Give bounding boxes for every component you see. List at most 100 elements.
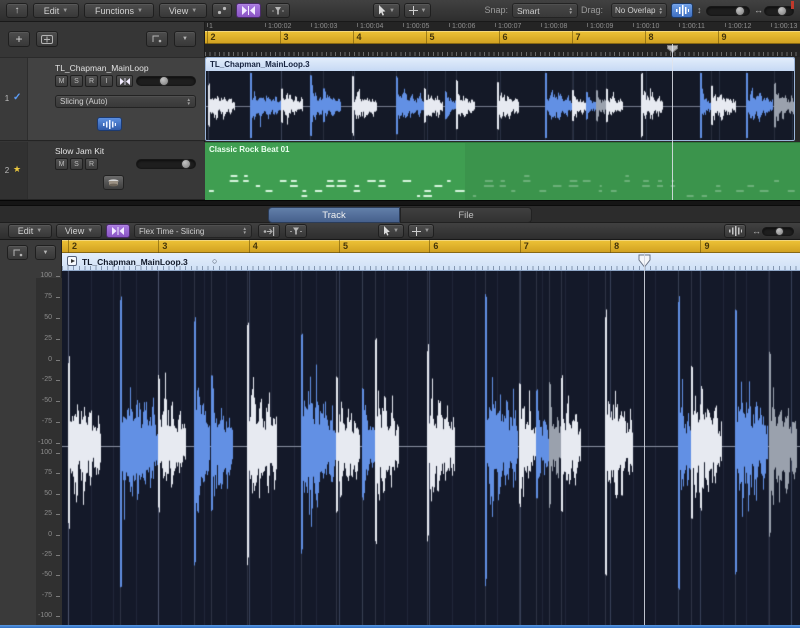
amp-tick	[56, 318, 60, 319]
time-ruler[interactable]: 11:00:021:00:031:00:041:00:051:00:061:00…	[205, 22, 800, 31]
editor-region-strip[interactable]: TL_Chapman_MainLoop.3 ○	[62, 253, 800, 271]
mute-button[interactable]: M	[55, 158, 68, 170]
slider-knob[interactable]	[159, 76, 169, 86]
input-monitor-button[interactable]: I	[100, 75, 113, 87]
editor-edit-menu[interactable]: Edit▼	[8, 224, 52, 238]
bar-number: 3	[162, 241, 167, 251]
waveform-icon	[103, 120, 116, 129]
slider-knob[interactable]	[735, 6, 745, 16]
show-flex-button[interactable]	[236, 3, 261, 18]
editor-pointer-tool-button[interactable]: ▼	[378, 224, 404, 238]
mute-button[interactable]: M	[55, 75, 68, 87]
bar-separator	[339, 240, 340, 253]
waveform-zoom-button[interactable]	[671, 3, 693, 18]
track-header-2[interactable]: 2 ★ Slow Jam Kit M S R	[0, 142, 205, 200]
crosshair-icon	[409, 6, 418, 15]
bar-ruler[interactable]: 23456789	[205, 31, 800, 44]
editor-secondary-tool-button[interactable]: ▼	[408, 224, 434, 238]
time-tick	[357, 23, 358, 27]
pointer-tool-button[interactable]: ▼	[373, 3, 400, 18]
pointer-cursor-icon	[378, 5, 386, 16]
amp-label: 100	[32, 449, 52, 456]
region-waveform-canvas[interactable]	[206, 71, 794, 140]
audio-region[interactable]: TL_Chapman_MainLoop.3	[205, 57, 795, 141]
editor-region-button[interactable]	[7, 245, 28, 260]
bar-number: 9	[704, 241, 709, 251]
filter-button[interactable]	[266, 3, 290, 18]
loop-indicator-icon[interactable]: ○	[212, 256, 217, 266]
back-button[interactable]: ↑	[6, 3, 28, 18]
slider-knob[interactable]	[181, 159, 191, 169]
tab-file[interactable]: File	[400, 207, 532, 223]
editor-hzoom-slider[interactable]	[762, 227, 794, 236]
region-header[interactable]: TL_Chapman_MainLoop.3	[206, 58, 794, 71]
playhead-line[interactable]	[672, 44, 673, 200]
drag-select[interactable]: No Overlap ▲▼	[611, 3, 667, 18]
vertical-zoom-slider[interactable]	[706, 6, 750, 16]
editor-options-button[interactable]: ▼	[35, 245, 56, 260]
editor-bar-ruler[interactable]: 23456789	[62, 240, 800, 253]
track-star-icon[interactable]: ★	[13, 164, 21, 175]
bar-number: 5	[430, 32, 435, 42]
chevron-down-icon: ▼	[182, 36, 188, 42]
track-number: 1	[2, 94, 12, 103]
slider-knob[interactable]	[777, 6, 787, 16]
track-selected-check-icon[interactable]: ✓	[13, 92, 21, 103]
editor-view-menu[interactable]: View▼	[56, 224, 102, 238]
duplicate-track-button[interactable]	[36, 31, 58, 47]
region-play-button[interactable]	[67, 256, 77, 266]
track-flex-button[interactable]	[116, 75, 133, 87]
record-button[interactable]: R	[85, 75, 98, 87]
region-automation-button[interactable]	[146, 31, 168, 47]
amp-label: -25	[32, 551, 52, 558]
track-header-options-button[interactable]: ▼	[174, 31, 196, 47]
track-icon-waveform[interactable]	[97, 117, 122, 131]
bar-number: 6	[433, 241, 438, 251]
flex-time-dropdown[interactable]: Flex Time - Slicing ▲▼	[134, 224, 252, 238]
volume-slider[interactable]	[136, 76, 196, 86]
drum-kit-icon	[107, 178, 120, 187]
track-name[interactable]: Slow Jam Kit	[55, 146, 104, 156]
zoom-focus-button[interactable]	[212, 3, 232, 18]
track-name[interactable]: TL_Chapman_MainLoop	[55, 63, 149, 73]
editor-filter-button[interactable]	[285, 224, 307, 238]
view-menu[interactable]: View▼	[159, 3, 207, 18]
edit-menu[interactable]: Edit▼	[33, 3, 79, 18]
time-tick	[771, 23, 772, 27]
amp-tick	[56, 555, 60, 556]
editor-flex-button[interactable]	[106, 224, 130, 238]
slider-knob[interactable]	[775, 227, 784, 236]
editor-playhead-line[interactable]	[644, 253, 645, 628]
editor-waveform-zoom-button[interactable]	[724, 224, 746, 238]
subdivision-ruler[interactable]	[205, 44, 800, 57]
audio-track-editor: Track File Edit▼ View▼ Flex Time - Slici…	[0, 206, 800, 628]
snap-select[interactable]: Smart ▲▼	[512, 3, 578, 18]
tab-track[interactable]: Track	[268, 207, 400, 223]
time-tick	[495, 23, 496, 27]
play-icon	[71, 259, 75, 263]
flex-mode-dropdown[interactable]: Slicing (Auto) ▲▼	[55, 95, 196, 108]
add-track-button[interactable]: +	[8, 31, 30, 47]
horizontal-zoom-slider[interactable]	[764, 6, 794, 16]
track-header-1[interactable]: 1 ✓ TL_Chapman_MainLoop M S R I Slicing …	[0, 57, 205, 141]
volume-slider[interactable]	[136, 159, 196, 169]
track-header-panel: + ▼ 1 ✓ TL_Chapman_MainLoop M S R I Slic…	[0, 22, 205, 200]
editor-toolbar: Edit▼ View▼ Flex Time - Slicing ▲▼ ▼	[0, 223, 800, 240]
amp-tick	[56, 453, 60, 454]
up-arrow-icon: ↑	[15, 5, 20, 16]
amp-label: -50	[32, 397, 52, 404]
chevron-down-icon: ▼	[191, 8, 197, 14]
pointer-cursor-icon	[383, 226, 390, 236]
functions-menu-label: Functions	[95, 6, 134, 16]
bar-number: 5	[343, 241, 348, 251]
solo-button[interactable]: S	[70, 158, 83, 170]
bar-number: 7	[576, 32, 581, 42]
catch-playhead-button[interactable]	[258, 224, 280, 238]
record-button[interactable]: R	[85, 158, 98, 170]
solo-button[interactable]: S	[70, 75, 83, 87]
functions-menu[interactable]: Functions▼	[84, 3, 154, 18]
editor-waveform-canvas[interactable]	[62, 271, 800, 628]
secondary-tool-button[interactable]: ▼	[404, 3, 431, 18]
track-icon-drumkit[interactable]	[103, 175, 124, 190]
midi-region[interactable]: Classic Rock Beat 01	[205, 142, 800, 200]
